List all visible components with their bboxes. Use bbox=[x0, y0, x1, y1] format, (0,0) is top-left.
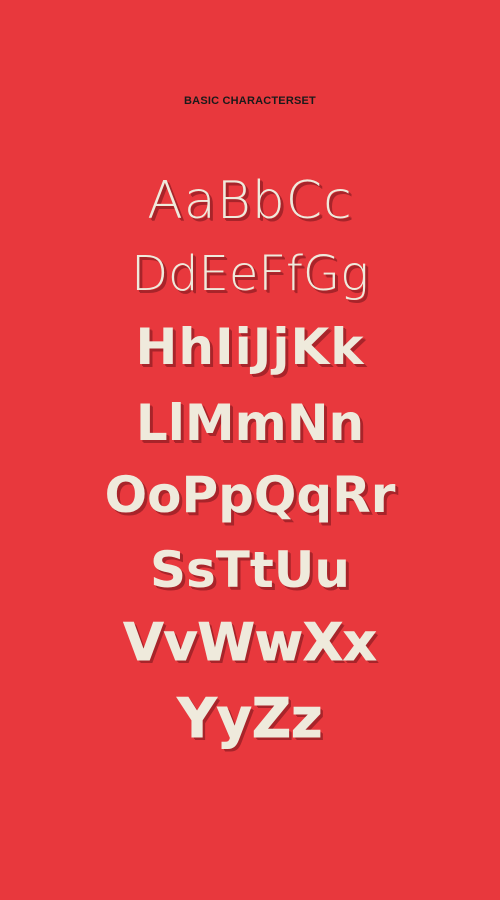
specimen-line-2: DdEeFfGg bbox=[131, 246, 369, 302]
specimen-line-3: HhIiJjKk bbox=[135, 318, 365, 376]
specimen-line-8: YyZz bbox=[177, 687, 323, 750]
specimen-line-6: SsTtUu bbox=[150, 541, 350, 599]
page-heading: BASIC CHARACTERSET bbox=[184, 95, 316, 107]
specimen-page: BASIC CHARACTERSET AaBbCc DdEeFfGg HhIiJ… bbox=[0, 0, 500, 900]
specimen-line-4: LlMmNn bbox=[135, 394, 365, 452]
specimen-line-5: OoPpQqRr bbox=[104, 466, 396, 524]
specimen-line-7: VvWwXx bbox=[123, 613, 377, 673]
specimen-line-1: AaBbCc bbox=[147, 171, 353, 231]
